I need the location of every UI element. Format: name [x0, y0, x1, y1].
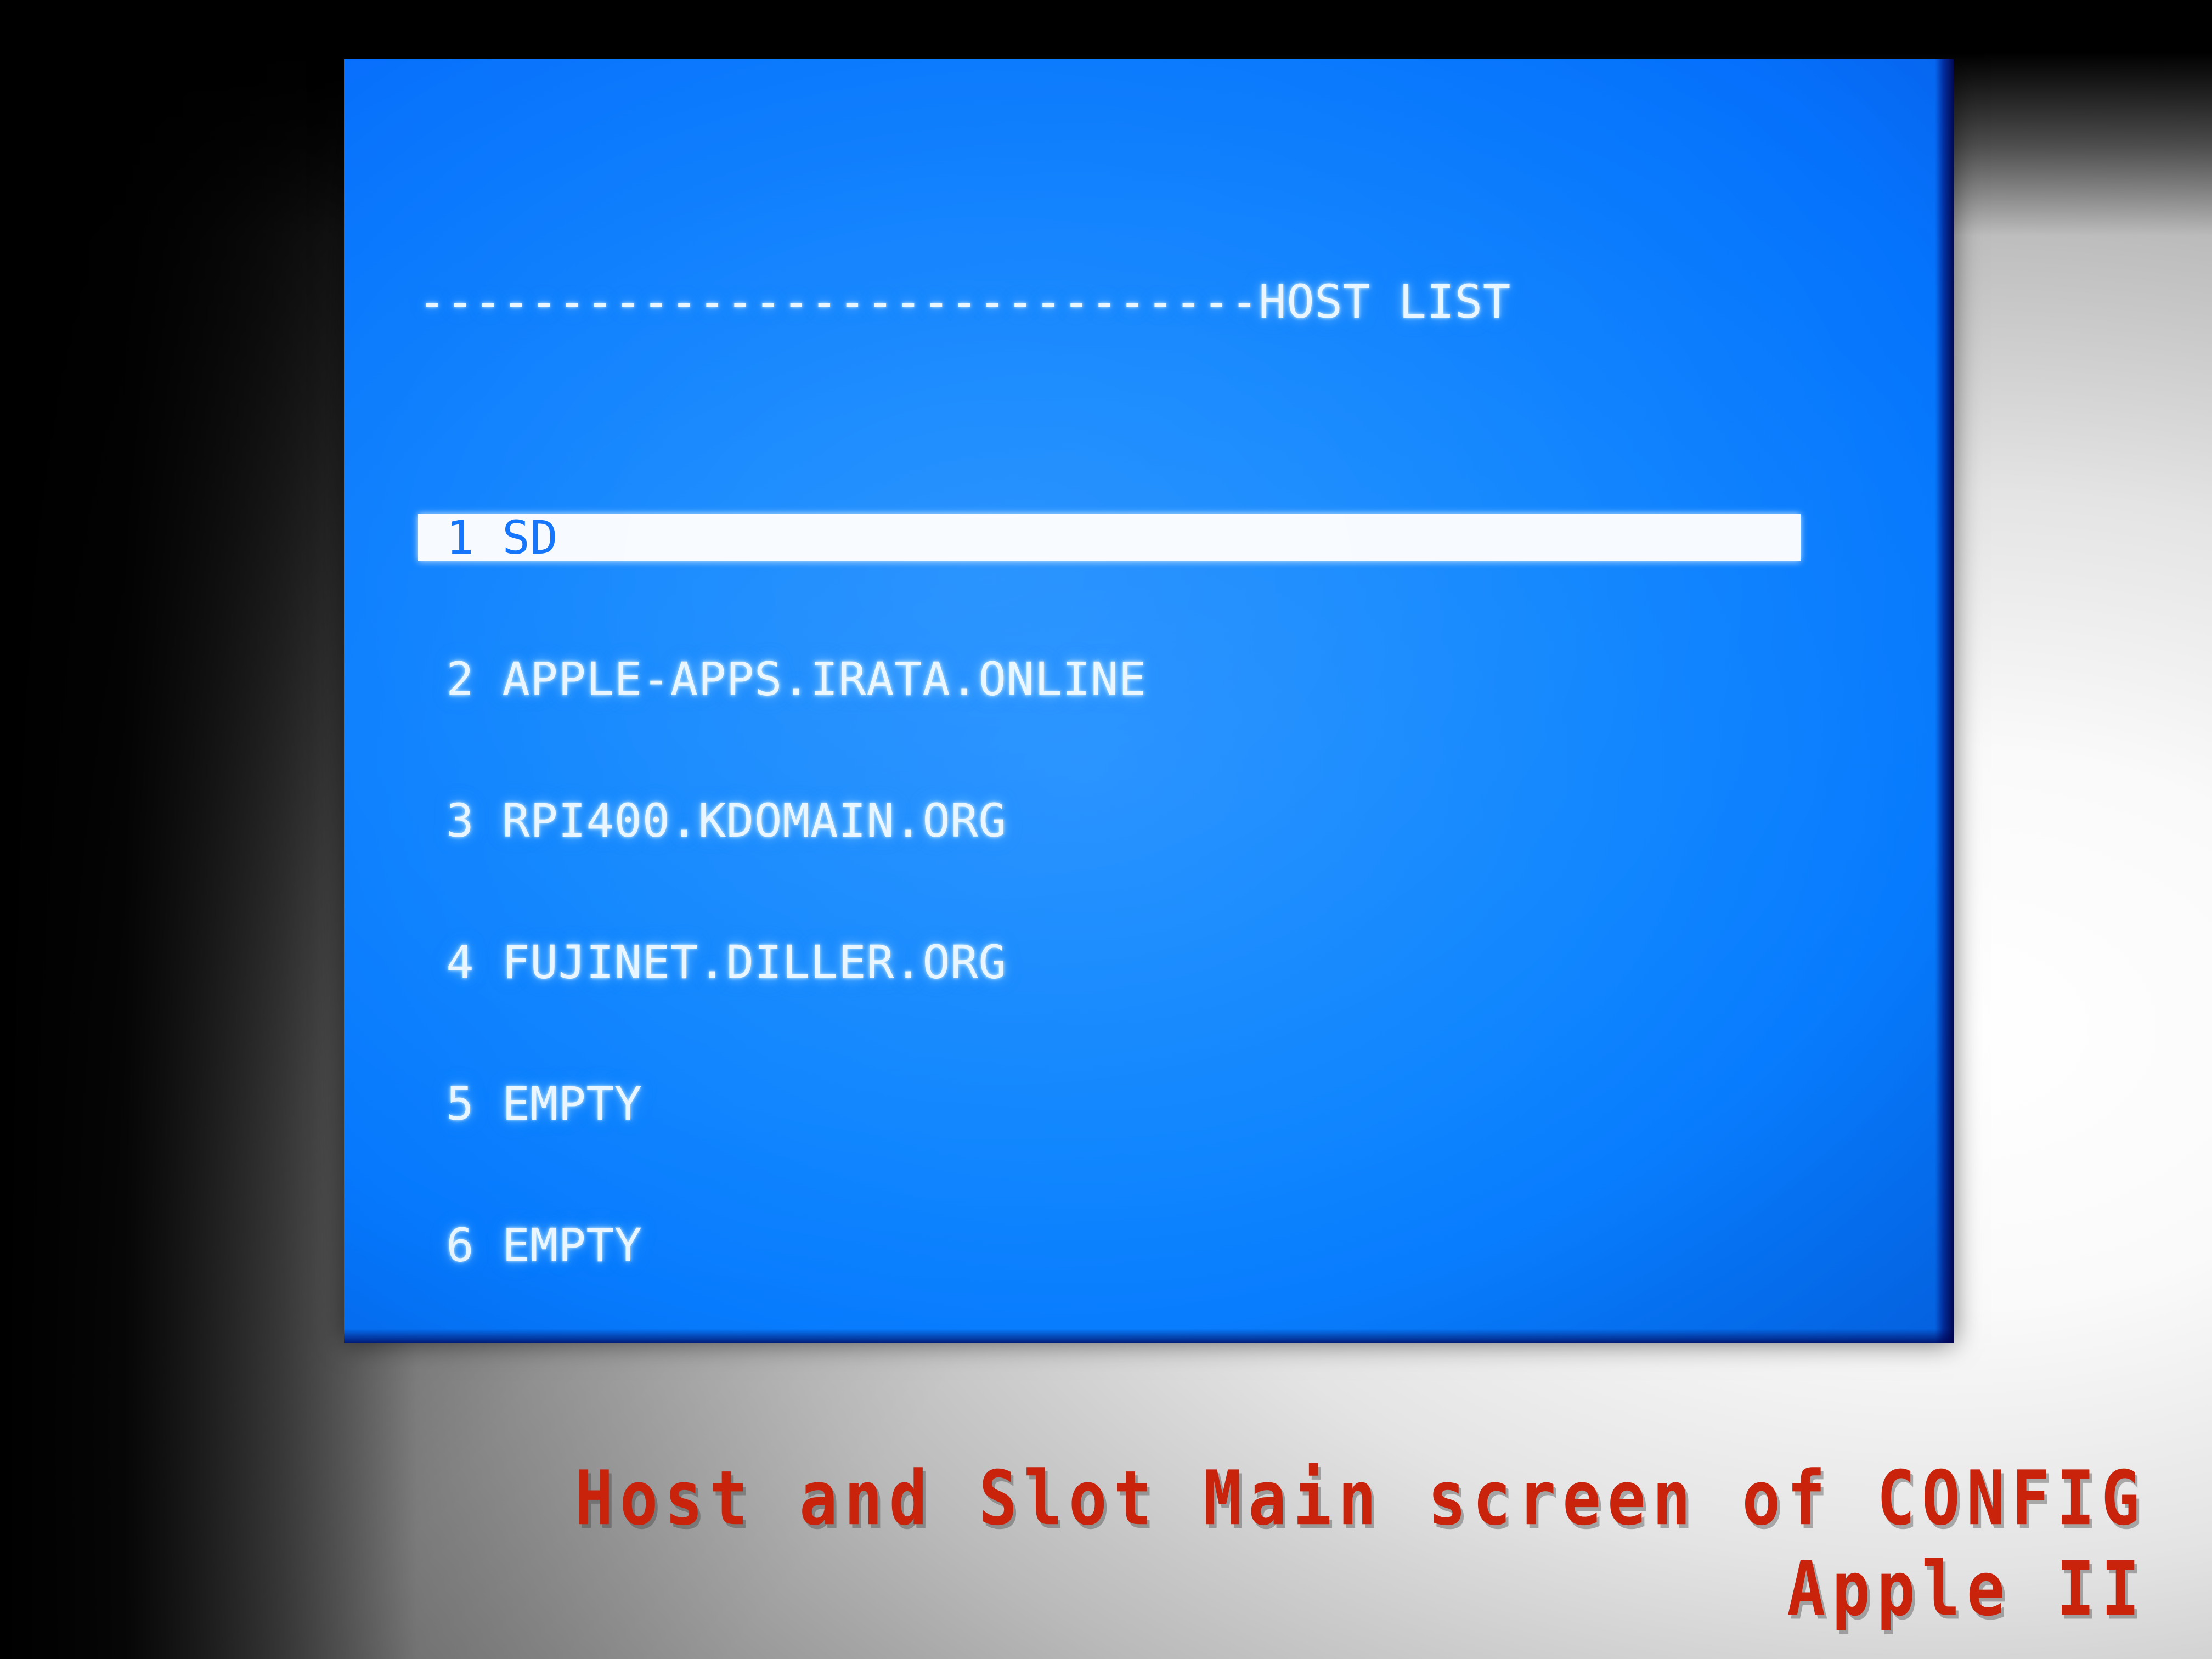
caption-block: Host and Slot Main screen of CONFIG Appl… — [0, 1454, 2146, 1635]
host-row-5[interactable]: 5 EMPTY — [418, 1080, 1877, 1127]
host-row-4[interactable]: 4 FUJINET.DILLER.ORG — [418, 939, 1877, 986]
host-row-3[interactable]: 3 RPI400.KDOMAIN.ORG — [418, 797, 1877, 844]
crt-right-edge-shadow — [1935, 59, 1954, 1343]
host-list-title: HOST LIST — [1259, 275, 1511, 329]
screenshot-stage: ------------------------------HOST LIST … — [0, 0, 2212, 1659]
host-row-2-text: 2 APPLE-APPS.IRATA.ONLINE — [418, 652, 1147, 706]
caption-line-1: Host and Slot Main screen of CONFIG — [574, 1454, 2146, 1543]
host-row-1-selected[interactable]: 1 SD — [418, 514, 1801, 561]
caption-line-2: Apple II — [1787, 1545, 2146, 1633]
host-row-6-text: 6 EMPTY — [418, 1218, 642, 1272]
host-row-6[interactable]: 6 EMPTY — [418, 1222, 1877, 1269]
host-row-3-text: 3 RPI400.KDOMAIN.ORG — [418, 794, 1007, 848]
text-plane: ------------------------------HOST LIST … — [418, 89, 1877, 1343]
host-row-2[interactable]: 2 APPLE-APPS.IRATA.ONLINE — [418, 656, 1877, 703]
host-list-divider: ------------------------------ — [418, 275, 1259, 329]
host-list-header: ------------------------------HOST LIST — [418, 278, 1877, 325]
host-row-1[interactable]: 1 SD — [418, 514, 1877, 561]
host-row-5-text: 5 EMPTY — [418, 1077, 642, 1131]
crt-screen: ------------------------------HOST LIST … — [344, 59, 1954, 1343]
host-row-4-text: 4 FUJINET.DILLER.ORG — [418, 935, 1007, 989]
